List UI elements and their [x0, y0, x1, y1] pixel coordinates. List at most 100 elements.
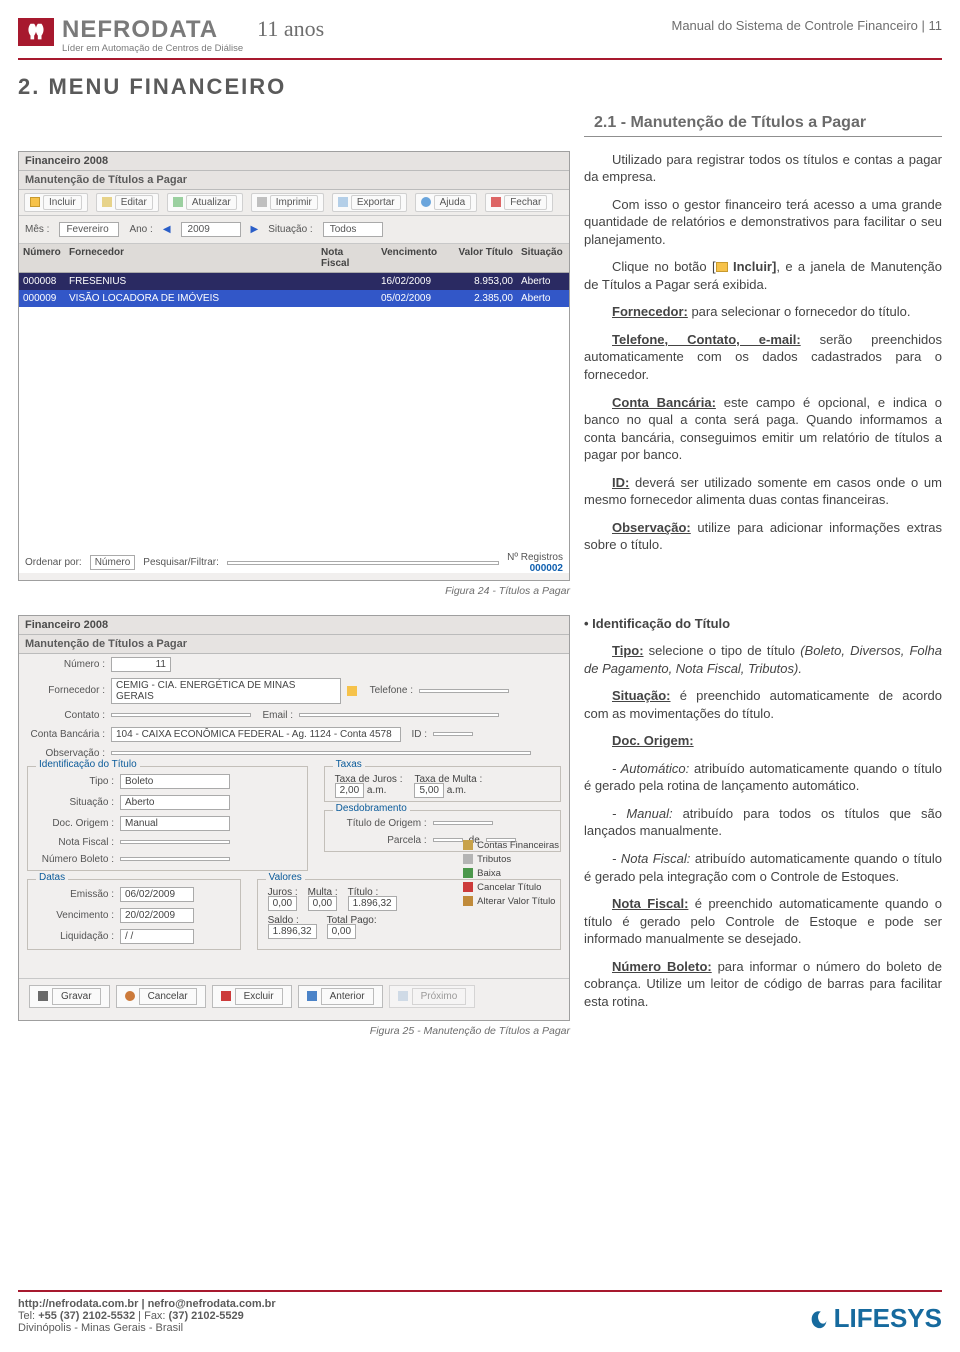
- ident-legend: Identificação do Título: [36, 759, 140, 770]
- titulo-input[interactable]: 1.896,32: [348, 896, 397, 911]
- gravar-button[interactable]: Gravar: [29, 985, 110, 1008]
- toolbar-ajuda[interactable]: Ajuda: [415, 193, 478, 212]
- liq-input[interactable]: / /: [120, 929, 194, 944]
- venc-input[interactable]: 20/02/2009: [120, 908, 194, 923]
- logo-mark-icon: [18, 18, 54, 46]
- situacao-select[interactable]: Aberto: [120, 795, 230, 810]
- footer-address: Divinópolis - Minas Gerais - Brasil: [18, 1322, 276, 1334]
- lifesys-icon: [808, 1308, 830, 1330]
- body-text: ID: deverá ser utilizado somente em caso…: [584, 474, 942, 509]
- figure-caption-1: Figura 24 - Títulos a Pagar: [18, 585, 570, 597]
- telefone-input[interactable]: [419, 689, 509, 693]
- taxa-multa-input[interactable]: 5,00: [414, 783, 443, 798]
- datas-legend: Datas: [36, 872, 68, 883]
- lookup-icon[interactable]: [347, 686, 357, 696]
- nf-input[interactable]: [120, 840, 230, 844]
- action-cancel-title[interactable]: Cancelar Título: [463, 882, 559, 893]
- body-text: Conta Bancária: este campo é opcional, e…: [584, 394, 942, 464]
- next-year[interactable]: ▶: [251, 224, 259, 235]
- footer-phone: Tel: +55 (37) 2102-5532 | Fax: (37) 2102…: [18, 1310, 276, 1322]
- toolbar-atualizar[interactable]: Atualizar: [167, 193, 243, 212]
- body-text: Situação: é preenchido automaticamente d…: [584, 687, 942, 722]
- excluir-button[interactable]: Excluir: [212, 985, 292, 1008]
- header-rule: [18, 58, 942, 60]
- proximo-button[interactable]: Próximo: [389, 985, 476, 1008]
- new-icon: [30, 197, 40, 207]
- toolbar-incluir[interactable]: Incluir: [24, 193, 88, 212]
- close-icon: [491, 197, 501, 207]
- next-icon: [398, 991, 408, 1001]
- taxas-legend: Taxas: [333, 759, 365, 770]
- page-footer: http://nefrodata.com.br | nefro@nefrodat…: [18, 1290, 942, 1334]
- form-button-row: Gravar Cancelar Excluir Anterior Próximo: [19, 978, 569, 1014]
- juros-input[interactable]: 0,00: [268, 896, 297, 911]
- cancelar-button[interactable]: Cancelar: [116, 985, 206, 1008]
- ano-label: Ano :: [129, 224, 152, 235]
- prev-year[interactable]: ◀: [163, 224, 171, 235]
- body-text: Utilizado para registrar todos os título…: [584, 151, 942, 186]
- document-header: Manual do Sistema de Controle Financeiro…: [671, 18, 942, 33]
- body-text: Clique no botão [ Incluir], e a janela d…: [584, 258, 942, 293]
- body-text: Telefone, Contato, e-mail: serão preench…: [584, 331, 942, 384]
- search-input[interactable]: [227, 561, 499, 565]
- save-icon: [38, 991, 48, 1001]
- x-icon: [463, 882, 473, 892]
- window-title: Financeiro 2008: [19, 152, 569, 171]
- edit-icon: [102, 197, 112, 207]
- numero-input[interactable]: 11: [111, 657, 171, 672]
- mes-select[interactable]: Fevereiro: [59, 222, 119, 237]
- fornecedor-select[interactable]: CEMIG - CIA. ENERGÉTICA DE MINAS GERAIS: [111, 678, 341, 704]
- screenshot-list-window: Financeiro 2008 Manutenção de Títulos a …: [18, 151, 570, 581]
- multa-input[interactable]: 0,00: [308, 896, 337, 911]
- action-tributos[interactable]: Tributos: [463, 854, 559, 865]
- ano-input[interactable]: 2009: [181, 222, 241, 237]
- body-text: - Automático: atribuído automaticamente …: [584, 760, 942, 795]
- tax-icon: [463, 854, 473, 864]
- titorig-input[interactable]: [433, 821, 493, 825]
- contato-input[interactable]: [111, 713, 251, 717]
- body-heading: • Identificação do Título: [584, 615, 942, 633]
- numboleto-input[interactable]: [120, 857, 230, 861]
- ordenar-select[interactable]: Número: [90, 555, 136, 570]
- window-subtitle: Manutenção de Títulos a Pagar: [19, 171, 569, 190]
- sit-label: Situação :: [268, 224, 312, 235]
- brand-name: NEFRODATA: [62, 18, 243, 42]
- body-text: - Manual: atribuído para todos os título…: [584, 805, 942, 840]
- record-count: 000002: [530, 563, 563, 574]
- body-text: - Nota Fiscal: atribuído automaticamente…: [584, 850, 942, 885]
- cancel-icon: [125, 991, 135, 1001]
- new-icon: [716, 262, 728, 272]
- list-footer: Ordenar por: Número Pesquisar/Filtrar: N…: [25, 552, 563, 574]
- parc-input[interactable]: [433, 838, 463, 842]
- action-baixa[interactable]: Baixa: [463, 868, 559, 879]
- help-icon: [421, 197, 431, 207]
- brand-tagline: Líder em Automação de Centros de Diálise: [62, 44, 243, 54]
- toolbar-editar[interactable]: Editar: [96, 193, 159, 212]
- anterior-button[interactable]: Anterior: [298, 985, 383, 1008]
- emissao-input[interactable]: 06/02/2009: [120, 887, 194, 902]
- id-input[interactable]: [433, 732, 473, 736]
- body-text: Tipo: selecione o tipo de título (Boleto…: [584, 642, 942, 677]
- coins-icon: [463, 896, 473, 906]
- toolbar-fechar[interactable]: Fechar: [485, 193, 553, 212]
- doc-select[interactable]: Manual: [120, 816, 230, 831]
- toolbar: Incluir Editar Atualizar Imprimir Export…: [19, 190, 569, 216]
- body-text: Nota Fiscal: é preenchido automaticament…: [584, 895, 942, 948]
- action-alter-value[interactable]: Alterar Valor Título: [463, 896, 559, 907]
- taxa-juros-input[interactable]: 2,00: [335, 783, 364, 798]
- footer-url: http://nefrodata.com.br | nefro@nefrodat…: [18, 1298, 276, 1310]
- desd-legend: Desdobramento: [333, 803, 410, 814]
- conta-select[interactable]: 104 - CAIXA ECONÔMICA FEDERAL - Ag. 1124…: [111, 727, 401, 742]
- tipo-select[interactable]: Boleto: [120, 774, 230, 789]
- table-row[interactable]: 000008 FRESENIUS 16/02/2009 8.953,00 Abe…: [19, 273, 569, 290]
- table-row[interactable]: 000009 VISÃO LOCADORA DE IMÓVEIS 05/02/2…: [19, 290, 569, 307]
- window-title: Financeiro 2008: [19, 616, 569, 635]
- refresh-icon: [173, 197, 183, 207]
- sit-select[interactable]: Todos: [323, 222, 383, 237]
- toolbar-exportar[interactable]: Exportar: [332, 193, 407, 212]
- check-icon: [463, 868, 473, 878]
- obs-input[interactable]: [111, 751, 531, 755]
- toolbar-imprimir[interactable]: Imprimir: [251, 193, 324, 212]
- action-contas[interactable]: Contas Financeiras: [463, 840, 559, 851]
- email-input[interactable]: [299, 713, 499, 717]
